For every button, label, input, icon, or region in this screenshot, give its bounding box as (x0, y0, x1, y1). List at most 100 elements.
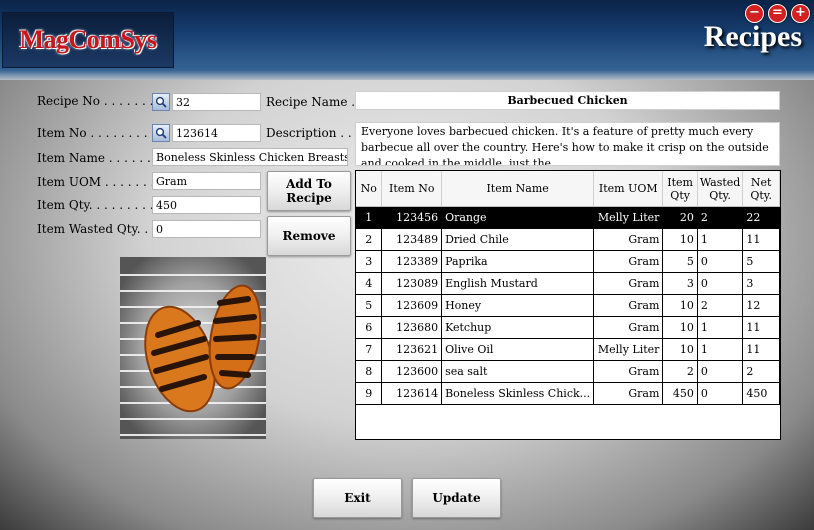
cell-qty: 2 (662, 360, 698, 383)
ingredients-table: No Item No Item Name Item UOM Item Qty W… (356, 171, 780, 405)
col-header-item-name[interactable]: Item Name (441, 171, 595, 207)
ingredients-grid[interactable]: No Item No Item Name Item UOM Item Qty W… (355, 170, 781, 440)
cell-net: 3 (742, 272, 780, 295)
col-header-net-qty[interactable]: Net Qty. (742, 171, 780, 207)
cell-item-name: Boneless Skinless Chick... (441, 382, 595, 405)
table-row[interactable]: 8 123600 sea salt Gram 2 0 2 (356, 360, 780, 383)
recipe-no-input[interactable]: 32 (172, 93, 261, 111)
cell-wasted: 1 (697, 316, 744, 339)
cell-item-no: 123389 (381, 250, 443, 273)
header-bar: MagComSys Recipes − = + (0, 0, 814, 80)
cell-net: 11 (742, 338, 780, 361)
cell-item-no: 123621 (381, 338, 443, 361)
cell-item-no: 123089 (381, 272, 443, 295)
cell-no: 1 (356, 206, 383, 229)
cell-qty: 10 (662, 338, 698, 361)
cell-no: 9 (356, 382, 383, 405)
cell-item-name: Orange (441, 206, 595, 229)
grid-header-row: No Item No Item Name Item UOM Item Qty W… (356, 171, 780, 207)
cell-net: 12 (742, 294, 780, 317)
table-row[interactable]: 3 123389 Paprika Gram 5 0 5 (356, 250, 780, 273)
cell-item-no: 123680 (381, 316, 443, 339)
recipe-name-label: Recipe Name . . (266, 95, 363, 109)
cell-wasted: 2 (697, 294, 744, 317)
cell-qty: 450 (662, 382, 698, 405)
item-qty-input[interactable]: 450 (152, 196, 261, 214)
cell-uom: Gram (593, 250, 664, 273)
col-header-item-qty[interactable]: Item Qty (662, 171, 698, 207)
table-row[interactable]: 1 123456 Orange Melly Liter 20 2 22 (356, 206, 780, 229)
cell-no: 2 (356, 228, 383, 251)
table-row[interactable]: 9 123614 Boneless Skinless Chick... Gram… (356, 382, 780, 405)
item-lookup-button[interactable] (152, 124, 170, 142)
cell-item-name: Dried Chile (441, 228, 595, 251)
item-wasted-qty-label: Item Wasted Qty. . . (37, 222, 156, 236)
cell-qty: 5 (662, 250, 698, 273)
cell-uom: Melly Liter (593, 206, 664, 229)
cell-net: 11 (742, 228, 780, 251)
table-row[interactable]: 4 123089 English Mustard Gram 3 0 3 (356, 272, 780, 295)
description-field[interactable]: Everyone loves barbecued chicken. It's a… (355, 122, 780, 166)
cell-qty: 3 (662, 272, 698, 295)
grilled-chicken-image (120, 257, 266, 439)
item-wasted-qty-input[interactable]: 0 (152, 220, 261, 238)
cell-uom: Gram (593, 228, 664, 251)
maximize-button[interactable]: + (791, 4, 810, 23)
table-row[interactable]: 6 123680 Ketchup Gram 10 1 11 (356, 316, 780, 339)
cell-uom: Gram (593, 360, 664, 383)
cell-net: 5 (742, 250, 780, 273)
item-name-label: Item Name . . . . . . . . (37, 151, 167, 165)
cell-no: 6 (356, 316, 383, 339)
cell-wasted: 0 (697, 382, 744, 405)
col-header-item-no[interactable]: Item No (381, 171, 443, 207)
cell-item-name: Honey (441, 294, 595, 317)
recipe-lookup-button[interactable] (152, 93, 170, 111)
item-no-input[interactable]: 123614 (172, 124, 261, 142)
exit-button[interactable]: Exit (313, 478, 402, 518)
col-header-no[interactable]: No (356, 171, 383, 207)
item-qty-label: Item Qty. . . . . . . . . . . (37, 198, 169, 212)
col-header-wasted-qty[interactable]: Wasted Qty. (697, 171, 744, 207)
minimize-button[interactable]: − (745, 4, 764, 23)
cell-wasted: 0 (697, 272, 744, 295)
item-name-input[interactable]: Boneless Skinless Chicken Breasts (152, 148, 348, 166)
table-row[interactable]: 2 123489 Dried Chile Gram 10 1 11 (356, 228, 780, 251)
cell-qty: 20 (662, 206, 698, 229)
cell-item-no: 123609 (381, 294, 443, 317)
cell-item-no: 123456 (381, 206, 443, 229)
page-title: Recipes (703, 20, 802, 53)
description-label: Description . . . (266, 126, 360, 140)
cell-item-name: Olive Oil (441, 338, 595, 361)
cell-qty: 10 (662, 228, 698, 251)
item-uom-label: Item UOM . . . . . . . . (37, 175, 163, 189)
add-to-recipe-button[interactable]: Add To Recipe (267, 171, 351, 211)
cell-qty: 10 (662, 316, 698, 339)
recipe-no-label: Recipe No . . . . . . . . (37, 94, 162, 108)
cell-item-name: English Mustard (441, 272, 595, 295)
company-logo: MagComSys (2, 12, 174, 68)
cell-item-name: Ketchup (441, 316, 595, 339)
cell-net: 450 (742, 382, 780, 405)
cell-item-name: Paprika (441, 250, 595, 273)
item-no-label: Item No . . . . . . . . . . (37, 126, 163, 140)
restore-button[interactable]: = (768, 4, 787, 23)
cell-wasted: 1 (697, 228, 744, 251)
table-row[interactable]: 5 123609 Honey Gram 10 2 12 (356, 294, 780, 317)
cell-uom: Gram (593, 272, 664, 295)
remove-button[interactable]: Remove (267, 216, 351, 256)
cell-uom: Gram (593, 294, 664, 317)
cell-wasted: 2 (697, 206, 744, 229)
cell-net: 11 (742, 316, 780, 339)
recipe-name-field[interactable]: Barbecued Chicken (355, 91, 780, 110)
table-row[interactable]: 7 123621 Olive Oil Melly Liter 10 1 11 (356, 338, 780, 361)
cell-qty: 10 (662, 294, 698, 317)
cell-item-no: 123489 (381, 228, 443, 251)
item-uom-input[interactable]: Gram (152, 172, 261, 190)
col-header-item-uom[interactable]: Item UOM (593, 171, 664, 207)
update-button[interactable]: Update (412, 478, 501, 518)
cell-no: 5 (356, 294, 383, 317)
magnifier-icon (155, 127, 167, 139)
cell-wasted: 1 (697, 338, 744, 361)
cell-item-no: 123600 (381, 360, 443, 383)
window-controls: − = + (745, 4, 810, 23)
